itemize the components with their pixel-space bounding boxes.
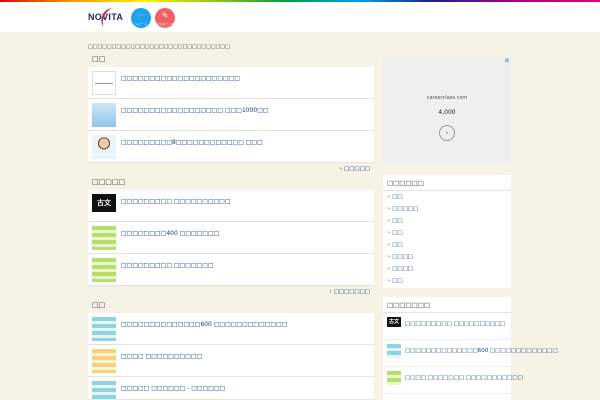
sidebar-categories: □□□□□□ › □□ › □□□□□ › □□ › □□ › □□ › □□□□ › □□□… xyxy=(383,175,511,288)
twitter-share-label: ツイート xyxy=(134,22,147,26)
logo-swoosh-icon xyxy=(98,5,120,31)
bookmark-icon: ✎ xyxy=(161,11,169,20)
ranking-thumbnail: 古文 xyxy=(387,317,401,331)
article-item[interactable]: □□□□ □□□□□□□□□□ xyxy=(88,345,374,377)
article-thumbnail xyxy=(92,317,116,341)
section-popular: □□□□□ 古文 □□□□□□□□□ □□□□□□□□□□ □□□□□□□□40… xyxy=(88,175,374,299)
chevron-right-icon: › xyxy=(388,206,391,212)
chevron-right-icon: › xyxy=(388,278,391,284)
article-thumbnail xyxy=(92,349,116,373)
sidebar-category-item[interactable]: › □□ xyxy=(383,227,511,239)
ad-url: careerclass.com xyxy=(426,95,468,101)
site-header: NOVITA 🐦 ツイート ✎ はてなブックマーク xyxy=(0,2,600,32)
category-label: □□ xyxy=(392,194,403,200)
chevron-right-icon: › xyxy=(388,266,391,272)
chevron-right-icon: › xyxy=(388,194,391,200)
article-title[interactable]: □□□□□ □□□□□□ - □□□□□□ xyxy=(121,385,225,392)
hatena-bookmark-label: はてなブックマーク xyxy=(155,22,174,30)
chevron-right-icon: › xyxy=(388,254,391,260)
article-item[interactable]: □□□□□□□□□□□□□□□□□□□□□ xyxy=(88,67,374,99)
ranking-title-text[interactable]: □□□□□□□□□ □□□□□□□□□□ xyxy=(405,321,505,327)
article-thumbnail xyxy=(92,71,116,95)
article-item[interactable]: □□□□□□□□□ □□□□□□□ xyxy=(88,254,374,286)
article-item[interactable]: □□□□□□□□400 □□□□□□□ xyxy=(88,222,374,254)
more-link-label: □□□□□□□ xyxy=(333,289,370,295)
ranking-item[interactable]: □□□□ □□□□□□□ □□□□□□□□□□□ xyxy=(383,367,523,394)
article-item[interactable]: □□□□□□□□□8□□□□□□□□□□□□ □□□ xyxy=(88,131,374,163)
article-title[interactable]: □□□□□□□□400 □□□□□□□ xyxy=(121,230,219,237)
ranking-title: □□□□□□□ xyxy=(383,297,511,313)
ranking-title-text[interactable]: □□□□ □□□□□□□ □□□□□□□□□□□ xyxy=(405,375,523,381)
more-link-label: □□□□□ xyxy=(344,166,370,172)
ad-arrow-button[interactable]: › xyxy=(439,125,455,141)
sidebar-category-item[interactable]: › □□ xyxy=(383,275,511,287)
breadcrumb: □□□□□□□□□□□□□□□□□□□□□□□□□□□□□□ xyxy=(88,44,230,50)
ranking-item[interactable]: □□□□□□□□□□□□□□600 □□□□□□□□□□□□□ xyxy=(383,340,558,367)
sidebar-category-item[interactable]: › □□ xyxy=(383,215,511,227)
article-title[interactable]: □□□□□□□□□□□□□□□□□□ □□□1000□□ xyxy=(121,107,269,114)
category-label: □□ xyxy=(392,230,403,236)
categories-title: □□□□□□ xyxy=(383,175,511,191)
chevron-right-icon: › xyxy=(388,218,391,224)
category-label: □□ xyxy=(392,218,403,224)
ranking-thumbnail xyxy=(387,344,401,358)
article-item[interactable]: □□□□□ □□□□□□ - □□□□□□ xyxy=(88,377,374,400)
article-thumbnail xyxy=(92,135,116,159)
sidebar-category-item[interactable]: › □□ xyxy=(383,239,511,251)
article-thumbnail: 古文 xyxy=(92,194,116,218)
sidebar-category-item[interactable]: › □□□□ xyxy=(383,263,511,275)
article-title[interactable]: □□□□□□□□□□□□□□600 □□□□□□□□□□□□□ xyxy=(121,321,287,328)
article-item[interactable]: □□□□□□□□□□□□□□□□□□ □□□1000□□ xyxy=(88,99,374,131)
sidebar-category-item[interactable]: › □□□□□ xyxy=(383,203,511,215)
article-title[interactable]: □□□□□□□□□8□□□□□□□□□□□□ □□□ xyxy=(121,139,263,146)
ad-count: 4,000 xyxy=(438,109,456,116)
category-label: □□□□□ xyxy=(392,206,419,212)
category-label: □□□□ xyxy=(392,254,413,260)
twitter-share-button[interactable]: 🐦 ツイート xyxy=(131,8,151,28)
section-title: □□ xyxy=(92,55,106,63)
section-study: □□ □□□□□□□□□□□□□□600 □□□□□□□□□□□□□ □□□□ … xyxy=(88,298,374,400)
section-title: □□□□□ xyxy=(92,178,126,186)
category-label: □□ xyxy=(392,278,403,284)
article-item[interactable]: 古文 □□□□□□□□□ □□□□□□□□□□ xyxy=(88,190,374,222)
article-item[interactable]: □□□□□□□□□□□□□□600 □□□□□□□□□□□□□ xyxy=(88,313,374,345)
chevron-right-icon: › xyxy=(329,289,332,295)
article-title[interactable]: □□□□□□□□□ □□□□□□□□□□ xyxy=(121,198,231,205)
section-new: □□ □□□□□□□□□□□□□□□□□□□□□ □□□□□□□□□□□□□□□… xyxy=(88,52,374,176)
chevron-right-icon: › xyxy=(388,230,391,236)
article-title[interactable]: □□□□ □□□□□□□□□□ xyxy=(121,353,202,360)
article-title[interactable]: □□□□□□□□□□□□□□□□□□□□□ xyxy=(121,75,240,82)
article-thumbnail xyxy=(92,381,116,400)
hatena-bookmark-button[interactable]: ✎ はてなブックマーク xyxy=(155,8,175,30)
twitter-bird-icon: 🐦 xyxy=(136,11,146,20)
chevron-right-icon: › xyxy=(339,166,343,172)
category-label: □□ xyxy=(392,242,403,248)
advertisement[interactable]: ⊠ careerclass.com 4,000 › xyxy=(383,57,511,165)
chevron-right-icon: › xyxy=(388,242,391,248)
article-thumbnail xyxy=(92,226,116,250)
article-title[interactable]: □□□□□□□□□ □□□□□□□ xyxy=(121,262,214,269)
sidebar-category-item[interactable]: › □□□□ xyxy=(383,251,511,263)
article-thumbnail xyxy=(92,258,116,282)
article-thumbnail xyxy=(92,103,116,127)
sidebar-ranking: □□□□□□□ 古文 □□□□□□□□□ □□□□□□□□□□ □□□□□□□□… xyxy=(383,297,558,400)
sidebar-category-item[interactable]: › □□ xyxy=(383,191,511,203)
ranking-item[interactable]: 古文 □□□□□□□□□ □□□□□□□□□□ xyxy=(383,313,511,340)
ranking-title-text[interactable]: □□□□□□□□□□□□□□600 □□□□□□□□□□□□□ xyxy=(405,348,558,354)
ad-close-icon[interactable]: ⊠ xyxy=(505,58,509,64)
site-logo[interactable]: NOVITA xyxy=(88,5,124,31)
section-title: □□ xyxy=(92,301,106,309)
ranking-thumbnail xyxy=(387,371,401,385)
category-label: □□□□ xyxy=(392,266,413,272)
